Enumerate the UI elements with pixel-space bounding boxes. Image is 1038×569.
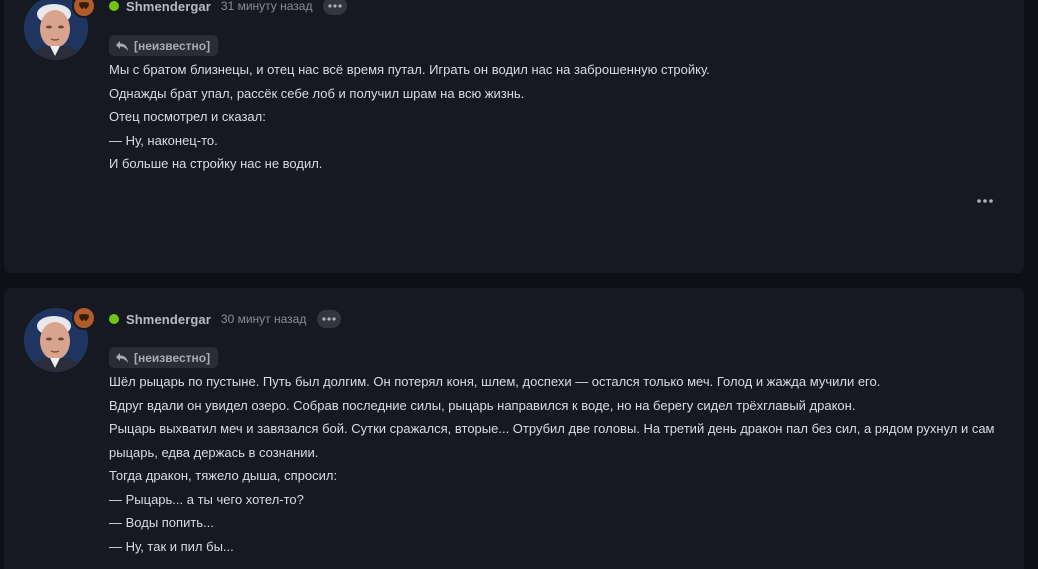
comment-line: И больше на стройку нас не водил. bbox=[109, 156, 323, 171]
comment-text: Шёл рыцарь по пустыне. Путь был долгим. … bbox=[109, 370, 1006, 558]
comment-header: Shmendergar 31 минуту назад bbox=[109, 0, 348, 17]
online-indicator bbox=[109, 1, 119, 11]
mask-badge-icon bbox=[72, 306, 96, 330]
comment-card: Shmendergar 30 минут назад [неизвестно] … bbox=[4, 288, 1024, 569]
ellipsis-icon bbox=[977, 199, 993, 203]
more-options-button[interactable] bbox=[323, 0, 348, 15]
timestamp[interactable]: 31 минуту назад bbox=[221, 0, 313, 13]
ellipsis-icon bbox=[328, 4, 343, 8]
author-name[interactable]: Shmendergar bbox=[126, 312, 211, 327]
comment-line: Шёл рыцарь по пустыне. Путь был долгим. … bbox=[109, 374, 881, 389]
author-name[interactable]: Shmendergar bbox=[126, 0, 211, 14]
reply-icon bbox=[116, 40, 128, 51]
avatar[interactable] bbox=[24, 306, 96, 372]
timestamp[interactable]: 30 минут назад bbox=[221, 312, 306, 326]
comment-line: — Рыцарь... а ты чего хотел-то? bbox=[109, 491, 304, 507]
comment-text: Мы с братом близнецы, и отец нас всё вре… bbox=[109, 58, 1006, 176]
comment-line: — Ну, наконец-то. bbox=[109, 132, 218, 148]
comment-header: Shmendergar 30 минут назад bbox=[109, 308, 342, 330]
comment-line: Отец посмотрел и сказал: bbox=[109, 109, 266, 124]
reply-to-tag[interactable]: [неизвестно] bbox=[109, 347, 219, 368]
comment-menu-button[interactable] bbox=[975, 196, 995, 206]
mask-badge-icon bbox=[72, 0, 96, 18]
online-indicator bbox=[109, 314, 119, 324]
comment-line: Мы с братом близнецы, и отец нас всё вре… bbox=[109, 62, 710, 77]
comment-card: Shmendergar 31 минуту назад [неизвестно]… bbox=[4, 0, 1024, 273]
comment-line: Однажды брат упал, рассёк себе лоб и пол… bbox=[109, 85, 525, 101]
ellipsis-icon bbox=[322, 317, 336, 321]
comment-line: — Воды попить... bbox=[109, 515, 214, 530]
comment-line: Рыцарь выхватил меч и завязался бой. Сут… bbox=[109, 421, 995, 460]
more-options-button[interactable] bbox=[317, 310, 342, 328]
reply-icon bbox=[116, 352, 128, 363]
avatar[interactable] bbox=[24, 0, 96, 60]
comment-feed: Shmendergar 31 минуту назад [неизвестно]… bbox=[0, 0, 1038, 569]
reply-to-label: [неизвестно] bbox=[134, 350, 211, 365]
comment-line: Вдруг вдали он увидел озеро. Собрав посл… bbox=[109, 397, 856, 413]
comment-line: — Ну, так и пил бы... bbox=[109, 538, 234, 554]
reply-to-label: [неизвестно] bbox=[134, 38, 211, 53]
comment-line: Тогда дракон, тяжело дыша, спросил: bbox=[109, 468, 338, 483]
reply-to-tag[interactable]: [неизвестно] bbox=[109, 35, 219, 56]
